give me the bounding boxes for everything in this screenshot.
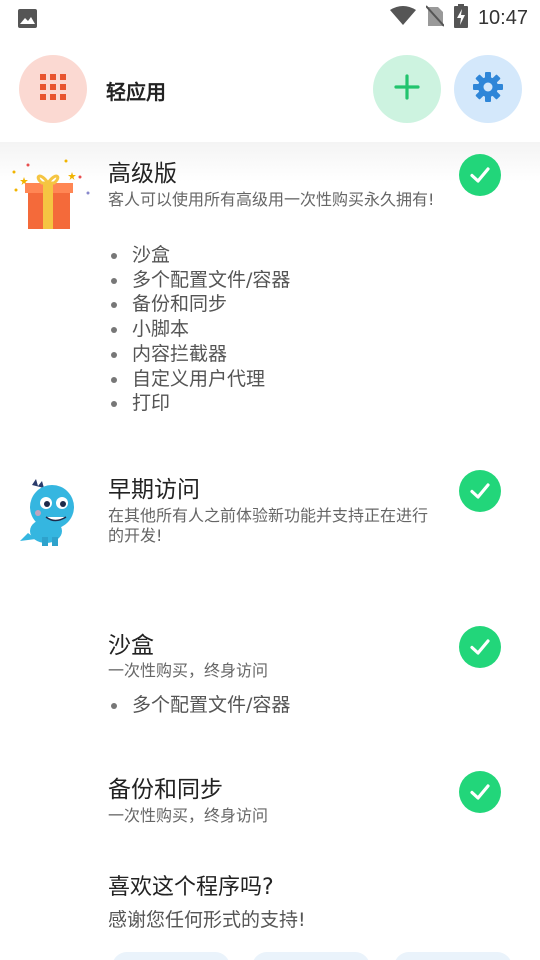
app-bar: 轻应用 <box>0 36 540 142</box>
wifi-icon <box>389 6 416 30</box>
feature-title: 高级版 <box>108 161 177 187</box>
feature-description: 在其他所有人之前体验新功能并支持正在进行的开发! <box>108 506 429 545</box>
support-title: 喜欢这个程序吗? <box>108 875 274 900</box>
feature-title: 早期访问 <box>108 477 200 503</box>
list-item: 自定义用户代理 <box>108 367 290 392</box>
feature-description: 客人可以使用所有高级用一次性购买永久拥有! <box>108 190 435 209</box>
check-icon <box>459 154 501 196</box>
battery-charging-icon <box>453 4 468 32</box>
list-item: 备份和同步 <box>108 292 290 317</box>
no-sim-icon <box>425 5 445 31</box>
feature-description: 一次性购买，终身访问 <box>108 661 269 680</box>
feature-bullets: 沙盒 多个配置文件/容器 备份和同步 小脚本 内容拦截器 自定义用户代理 打印 <box>108 243 290 416</box>
list-item: 打印 <box>108 391 290 416</box>
feature-title: 备份和同步 <box>108 777 223 803</box>
gear-icon <box>472 71 504 107</box>
support-option-button[interactable] <box>112 952 230 960</box>
page-title: 轻应用 <box>106 80 166 104</box>
dinosaur-icon <box>18 477 82 547</box>
support-option-button[interactable] <box>252 952 370 960</box>
list-item: 多个配置文件/容器 <box>108 693 290 718</box>
features-list[interactable]: 高级版 客人可以使用所有高级用一次性购买永久拥有! 沙盒 多个配置文件/容器 备… <box>0 142 540 960</box>
status-bar: 10:47 <box>0 0 540 36</box>
clock: 10:47 <box>477 6 528 29</box>
support-option-button[interactable] <box>394 952 512 960</box>
feature-description: 一次性购买，终身访问 <box>108 806 269 825</box>
image-notification-icon <box>18 9 37 32</box>
add-button[interactable] <box>373 55 441 123</box>
support-description: 感谢您任何形式的支持! <box>108 909 306 931</box>
list-item: 沙盒 <box>108 243 290 268</box>
check-icon <box>459 771 501 813</box>
check-icon <box>459 470 501 512</box>
plus-icon <box>394 74 420 104</box>
list-item: 小脚本 <box>108 317 290 342</box>
grid-icon <box>40 74 66 104</box>
list-item: 内容拦截器 <box>108 342 290 367</box>
gift-icon <box>10 157 94 237</box>
check-icon <box>459 626 501 668</box>
feature-title: 沙盒 <box>108 633 154 659</box>
apps-button[interactable] <box>19 55 87 123</box>
feature-bullets: 多个配置文件/容器 <box>108 693 290 718</box>
list-item: 多个配置文件/容器 <box>108 268 290 293</box>
settings-button[interactable] <box>454 55 522 123</box>
